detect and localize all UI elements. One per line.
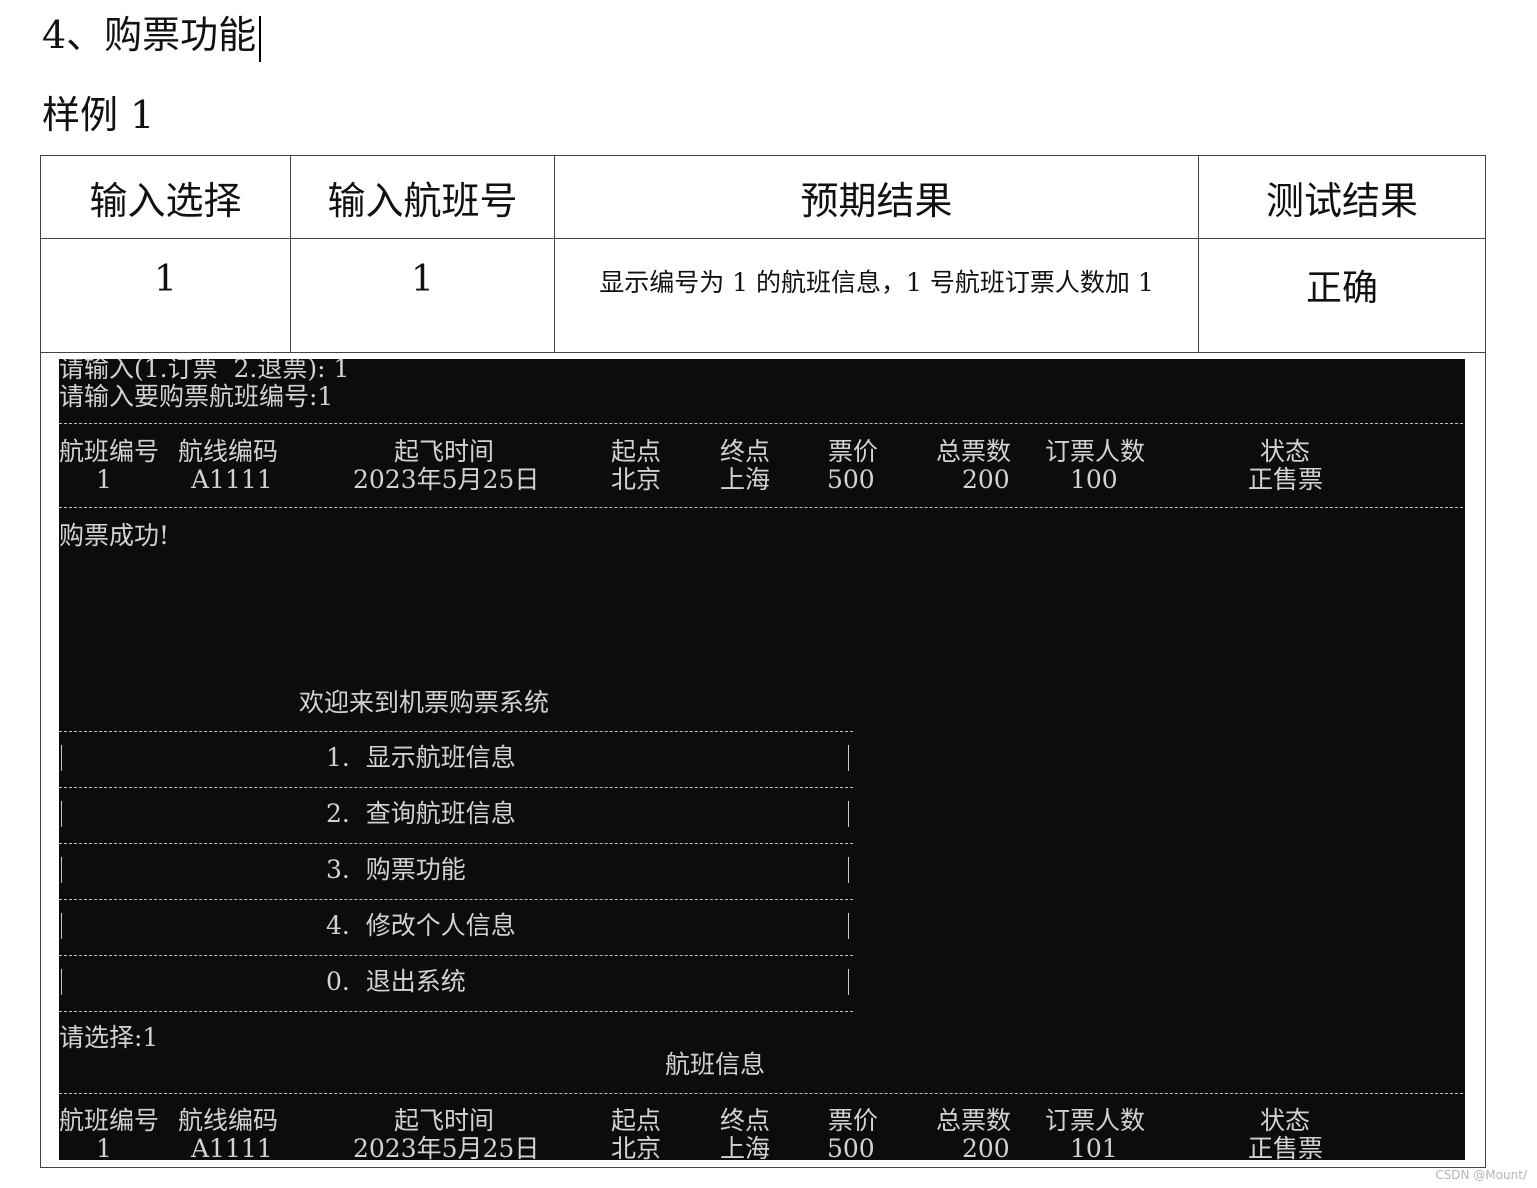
menu-item: 1. 显示航班信息 — [326, 743, 516, 772]
section-title: 4、购票功能 — [42, 10, 262, 62]
col-header: 起飞时间 — [394, 1106, 495, 1135]
cell-value: 正售票 — [1248, 465, 1324, 494]
divider — [59, 955, 853, 956]
select-prompt: 请选择:1 — [59, 1023, 159, 1052]
col-header: 起点 — [611, 437, 662, 466]
menu-item: 0. 退出系统 — [326, 967, 466, 996]
header-input-choice: 输入选择 — [40, 155, 291, 239]
cell-value: 北京 — [611, 465, 662, 494]
menu-border — [848, 745, 849, 771]
cell-value: 500 — [827, 1134, 875, 1161]
col-header: 票价 — [828, 1106, 879, 1135]
col-header: 航班编号 — [59, 437, 160, 466]
cell-value: 200 — [962, 465, 1010, 494]
col-header: 航线编码 — [178, 1106, 279, 1135]
divider — [59, 899, 853, 900]
cell-value: 上海 — [720, 465, 771, 494]
cell-value: 北京 — [611, 1134, 662, 1161]
col-header: 订票人数 — [1045, 437, 1146, 466]
cell-flight-no: 1 — [290, 238, 555, 353]
cell-value: 上海 — [720, 1134, 771, 1161]
cell-value: A1111 — [191, 1134, 273, 1161]
col-header: 总票数 — [936, 1106, 1012, 1135]
col-header: 订票人数 — [1045, 1106, 1146, 1135]
col-header: 状态 — [1260, 437, 1311, 466]
prompt-flight-line: 请输入要购票航班编号:1 — [59, 382, 334, 411]
cell-value: 101 — [1070, 1134, 1118, 1161]
text-cursor — [259, 15, 262, 62]
menu-border — [61, 801, 62, 827]
console-screenshot: 请输入(1.订票 2.退票): 1 请输入要购票航班编号:1 航班编号 航线编码… — [59, 359, 1465, 1160]
col-header: 票价 — [828, 437, 879, 466]
divider — [59, 1093, 1463, 1094]
menu-item: 2. 查询航班信息 — [326, 799, 516, 828]
divider — [59, 1011, 853, 1012]
header-input-flight-no: 输入航班号 — [290, 155, 555, 239]
cell-input-choice: 1 — [40, 238, 291, 353]
menu-border — [61, 857, 62, 883]
col-header: 起点 — [611, 1106, 662, 1135]
cell-value: 200 — [962, 1134, 1010, 1161]
cell-value: 100 — [1070, 465, 1118, 494]
col-header: 状态 — [1260, 1106, 1311, 1135]
menu-border — [61, 745, 62, 771]
cell-value: 正售票 — [1248, 1134, 1324, 1161]
menu-border — [61, 969, 62, 995]
cell-value: 1 — [96, 1134, 112, 1161]
cell-test-result: 正确 — [1198, 238, 1486, 353]
menu-border — [848, 913, 849, 939]
col-header: 终点 — [720, 1106, 771, 1135]
divider — [59, 507, 1463, 508]
cell-value: 500 — [827, 465, 875, 494]
cell-value: A1111 — [191, 465, 273, 494]
menu-item: 4. 修改个人信息 — [326, 911, 516, 940]
cell-value: 2023年5月25日 — [353, 1134, 540, 1161]
cell-value: 2023年5月25日 — [353, 465, 540, 494]
table-row: 1 1 显示编号为 1 的航班信息，1 号航班订票人数加 1 正确 — [40, 238, 1486, 353]
divider — [59, 787, 853, 788]
example-title: 样例 1 — [42, 93, 155, 137]
col-header: 航班编号 — [59, 1106, 160, 1135]
header-expected-result: 预期结果 — [554, 155, 1199, 239]
flight-info-title: 航班信息 — [665, 1050, 766, 1079]
col-header: 航线编码 — [178, 437, 279, 466]
table-header-row: 输入选择 输入航班号 预期结果 测试结果 — [40, 155, 1486, 239]
menu-border — [848, 801, 849, 827]
col-header: 起飞时间 — [394, 437, 495, 466]
col-header: 总票数 — [936, 437, 1012, 466]
cell-expected-result: 显示编号为 1 的航班信息，1 号航班订票人数加 1 — [554, 238, 1199, 353]
menu-border — [848, 857, 849, 883]
cell-value: 1 — [96, 465, 112, 494]
prompt-mode-line: 请输入(1.订票 2.退票): 1 — [59, 359, 350, 383]
divider — [59, 843, 853, 844]
menu-item: 3. 购票功能 — [326, 855, 466, 884]
divider — [59, 423, 1463, 424]
divider — [59, 731, 853, 732]
success-message: 购票成功! — [59, 521, 170, 550]
menu-border — [61, 913, 62, 939]
header-test-result: 测试结果 — [1198, 155, 1486, 239]
menu-border — [848, 969, 849, 995]
menu-title: 欢迎来到机票购票系统 — [299, 688, 550, 717]
col-header: 终点 — [720, 437, 771, 466]
watermark: CSDN @Mount/ — [1435, 1168, 1527, 1182]
